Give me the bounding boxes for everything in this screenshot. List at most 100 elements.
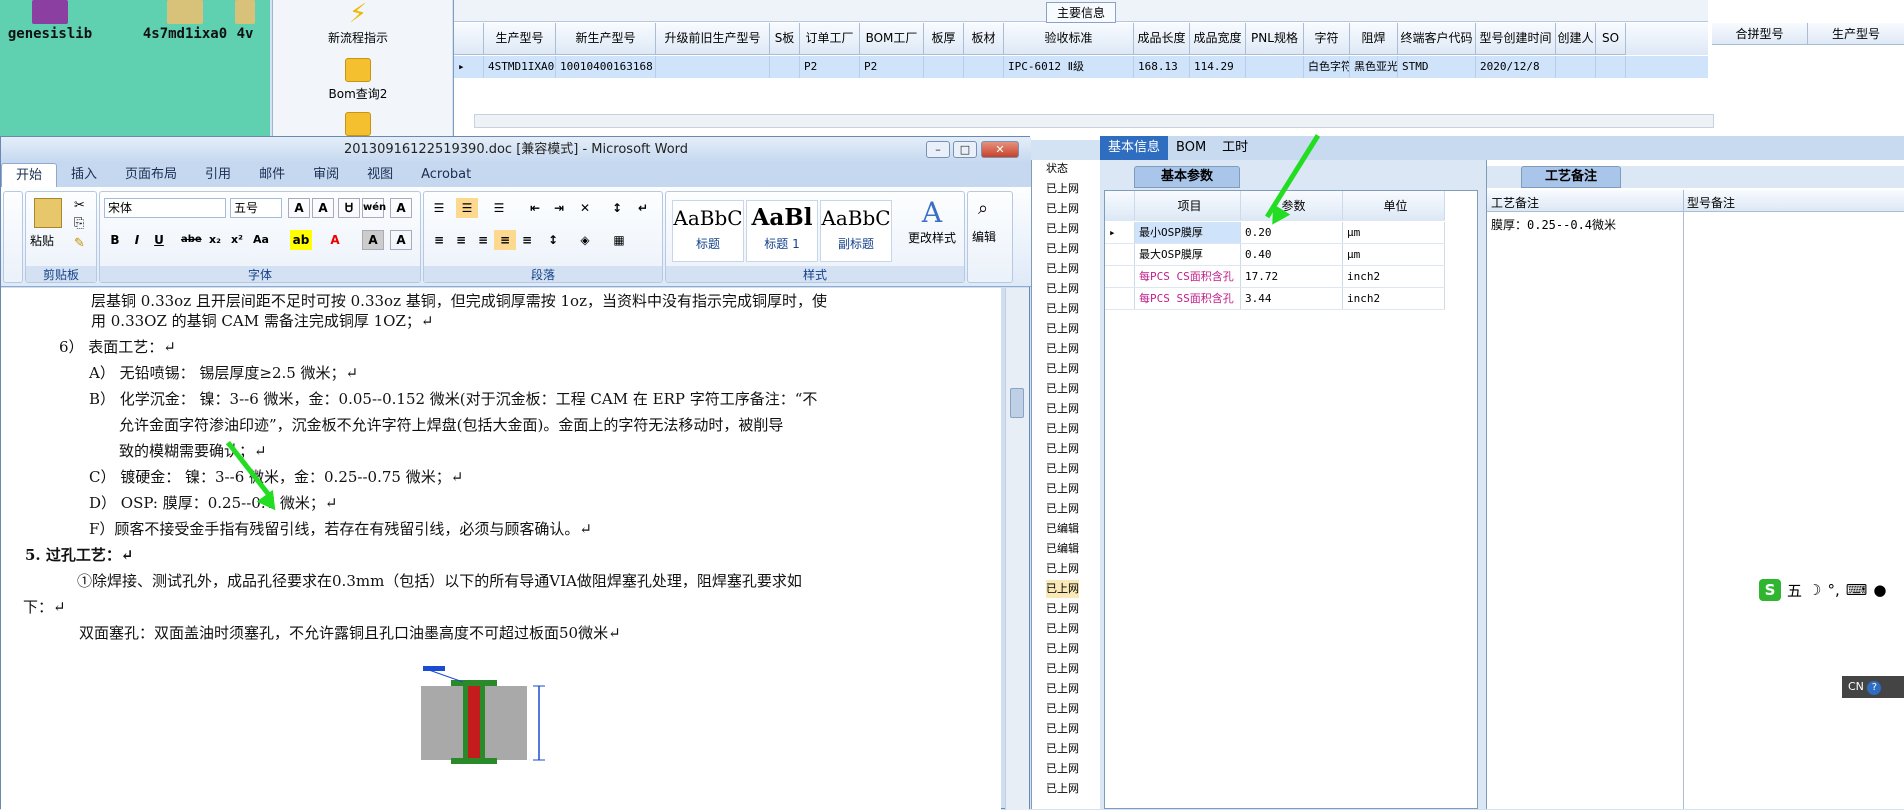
grid-cell[interactable]: P2: [800, 56, 860, 78]
grid-col-header[interactable]: SO: [1596, 23, 1626, 55]
tab-basic-info[interactable]: 基本信息: [1100, 136, 1169, 160]
status-cell[interactable]: 已上网: [1046, 380, 1079, 398]
user-icon[interactable]: ●: [1873, 581, 1886, 599]
param-name[interactable]: 最小OSP膜厚: [1135, 222, 1241, 243]
row-indicator[interactable]: [1105, 266, 1135, 287]
highlight-icon[interactable]: ab: [290, 230, 312, 250]
edit-button[interactable]: 编辑: [972, 228, 996, 245]
status-cell[interactable]: 已上网: [1046, 500, 1079, 518]
grid-cell[interactable]: 114.29: [1190, 56, 1246, 78]
status-cell[interactable]: 已上网: [1046, 640, 1079, 658]
param-value[interactable]: 3.44: [1241, 288, 1343, 309]
cut-icon[interactable]: ✂: [74, 198, 85, 213]
grid-cell[interactable]: [770, 56, 800, 78]
decrease-indent-icon[interactable]: ⇤: [524, 198, 546, 218]
col-header-unit[interactable]: 单位: [1343, 191, 1445, 220]
sort-icon[interactable]: ↕: [606, 198, 628, 218]
strikethrough-button[interactable]: abe: [180, 230, 202, 250]
grid-col-header[interactable]: BOM工厂: [860, 23, 924, 55]
status-cell[interactable]: 已上网: [1046, 480, 1079, 498]
ribbon-tab[interactable]: 开始: [1, 163, 58, 187]
launcher-extra-button[interactable]: [293, 112, 423, 139]
status-cell[interactable]: 已上网: [1046, 740, 1079, 758]
italic-button[interactable]: I: [126, 230, 148, 250]
status-cell[interactable]: 已编辑: [1046, 540, 1079, 558]
grid-col-header[interactable]: 生产型号: [484, 23, 556, 55]
grid-col-header[interactable]: 升级前旧生产型号: [656, 23, 770, 55]
grid-col-header[interactable]: 新生产型号: [556, 23, 656, 55]
clear-format-button[interactable]: Ꮜ: [338, 198, 360, 218]
grid-cell[interactable]: [964, 56, 1004, 78]
paste-button[interactable]: 粘贴: [30, 232, 54, 249]
status-cell[interactable]: 已上网: [1046, 320, 1079, 338]
change-case-button[interactable]: Aa: [250, 230, 272, 250]
font-size-select[interactable]: 五号: [230, 198, 282, 218]
ime-mode[interactable]: 五: [1787, 580, 1802, 601]
document-body[interactable]: 层基铜 0.33oz 且开层间距不足时可按 0.33oz 基铜，但完成铜厚需按 …: [1, 288, 1001, 810]
grid-cell[interactable]: 10010400163168: [556, 56, 656, 78]
grid-cell[interactable]: [924, 56, 964, 78]
grid-cell[interactable]: [1556, 56, 1596, 78]
status-cell[interactable]: 已上网: [1046, 460, 1079, 478]
format-painter-icon[interactable]: ✎: [74, 236, 85, 251]
ribbon-tab[interactable]: 邮件: [245, 163, 299, 187]
status-cell[interactable]: 已上网: [1046, 420, 1079, 438]
grid-cell[interactable]: IPC-6012 Ⅱ级: [1004, 56, 1134, 78]
param-unit[interactable]: inch2: [1343, 288, 1445, 309]
change-styles-button[interactable]: A 更改样式: [904, 196, 960, 246]
status-cell[interactable]: 已上网: [1046, 780, 1079, 798]
status-cell[interactable]: 已编辑: [1046, 520, 1079, 538]
ribbon-tab[interactable]: 视图: [353, 163, 407, 187]
remark-col-header[interactable]: 工艺备注: [1491, 194, 1539, 211]
grid-cell[interactable]: 2020/12/8: [1476, 56, 1556, 78]
borders-icon[interactable]: ▦: [608, 230, 630, 250]
align-center-icon[interactable]: ≡: [450, 230, 472, 250]
col-header-item[interactable]: 项目: [1135, 191, 1241, 220]
param-value[interactable]: 17.72: [1241, 266, 1343, 287]
row-indicator[interactable]: ▸: [1105, 222, 1135, 243]
keyboard-icon[interactable]: ⌨: [1846, 581, 1868, 599]
bullets-icon[interactable]: ☰: [428, 198, 450, 218]
col-header-value[interactable]: 参数: [1241, 191, 1343, 220]
tab-work-hours[interactable]: 工时: [1214, 136, 1256, 160]
status-cell[interactable]: 已上网: [1046, 220, 1079, 238]
status-cell[interactable]: 已上网: [1046, 360, 1079, 378]
status-cell[interactable]: 已上网: [1046, 620, 1079, 638]
status-cell[interactable]: 已上网: [1046, 440, 1079, 458]
param-row[interactable]: 最大OSP膜厚 0.40 μm: [1105, 244, 1445, 266]
grid-col-header[interactable]: 板厚: [924, 23, 964, 55]
grid-col-header[interactable]: 板材: [964, 23, 1004, 55]
status-cell[interactable]: 已上网: [1046, 260, 1079, 278]
font-name-select[interactable]: 宋体: [104, 198, 226, 218]
param-value[interactable]: 0.20: [1241, 222, 1343, 243]
status-cell[interactable]: 已上网: [1046, 280, 1079, 298]
status-cell[interactable]: 已上网: [1046, 340, 1079, 358]
style-heading1[interactable]: AaBl 标题 1: [746, 200, 818, 262]
minimize-button[interactable]: –: [926, 141, 950, 158]
param-unit[interactable]: μm: [1343, 244, 1445, 265]
grid-cell[interactable]: P2: [860, 56, 924, 78]
moon-icon[interactable]: ☽: [1808, 581, 1821, 599]
grid-col-header[interactable]: 订单工厂: [800, 23, 860, 55]
enclose-char-button[interactable]: A: [390, 230, 412, 250]
new-process-button[interactable]: ⚡ 新流程指示: [293, 1, 423, 46]
numbering-icon[interactable]: ☰: [456, 198, 478, 218]
status-cell[interactable]: 已上网: [1046, 240, 1079, 258]
chinese-layout-icon[interactable]: ✕: [574, 198, 596, 218]
row-indicator[interactable]: [1105, 244, 1135, 265]
param-unit[interactable]: inch2: [1343, 266, 1445, 287]
status-cell[interactable]: 已上网: [1046, 180, 1079, 198]
grid-cell[interactable]: STMD: [1398, 56, 1476, 78]
param-row[interactable]: 每PCS CS面积含孔 17.72 inch2: [1105, 266, 1445, 288]
find-icon[interactable]: ⌕: [978, 198, 988, 219]
grid-cell[interactable]: 168.13: [1134, 56, 1190, 78]
show-marks-icon[interactable]: ↵: [632, 198, 654, 218]
bom-query-button[interactable]: Bom查询2: [293, 58, 423, 102]
maximize-button[interactable]: □: [953, 141, 977, 158]
status-cell[interactable]: 已上网: [1046, 300, 1079, 318]
shrink-font-button[interactable]: A: [312, 198, 334, 218]
align-left-icon[interactable]: ≡: [428, 230, 450, 250]
grid-cell[interactable]: [1596, 56, 1626, 78]
bold-button[interactable]: B: [104, 230, 126, 250]
tab-process-remark[interactable]: 工艺备注: [1521, 166, 1621, 188]
